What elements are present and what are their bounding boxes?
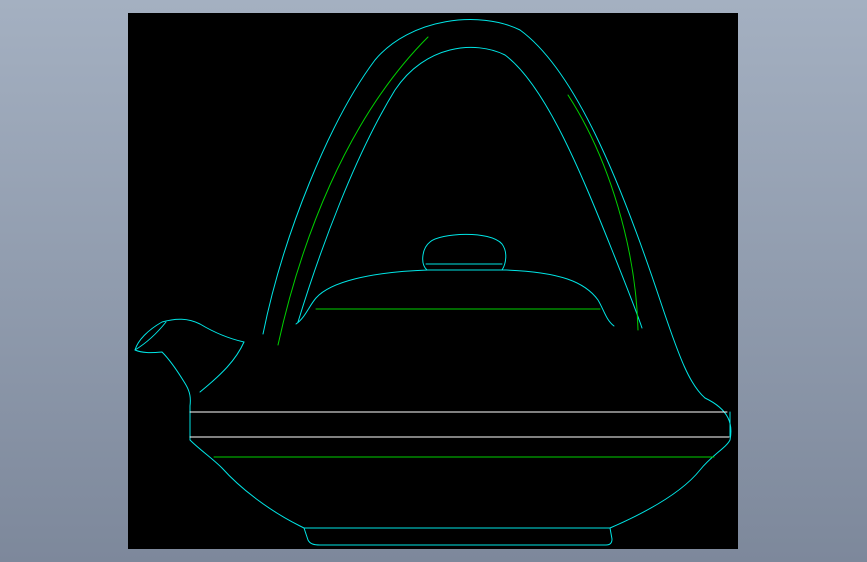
handle-left-inner-stroke: [277, 36, 429, 346]
body-outline: [189, 397, 732, 529]
spout-outline: [134, 318, 245, 407]
spout-opening: [134, 321, 167, 351]
teapot-drawing: [134, 19, 732, 546]
foot-outline: [303, 527, 613, 546]
handle-outer-outline: [262, 19, 706, 399]
handle-inner-outline: [297, 46, 643, 329]
handle-right-inner-stroke: [567, 94, 639, 331]
spout-joint: [199, 341, 245, 393]
lid-knob-outline: [422, 233, 507, 271]
lid-outline: [295, 269, 615, 327]
